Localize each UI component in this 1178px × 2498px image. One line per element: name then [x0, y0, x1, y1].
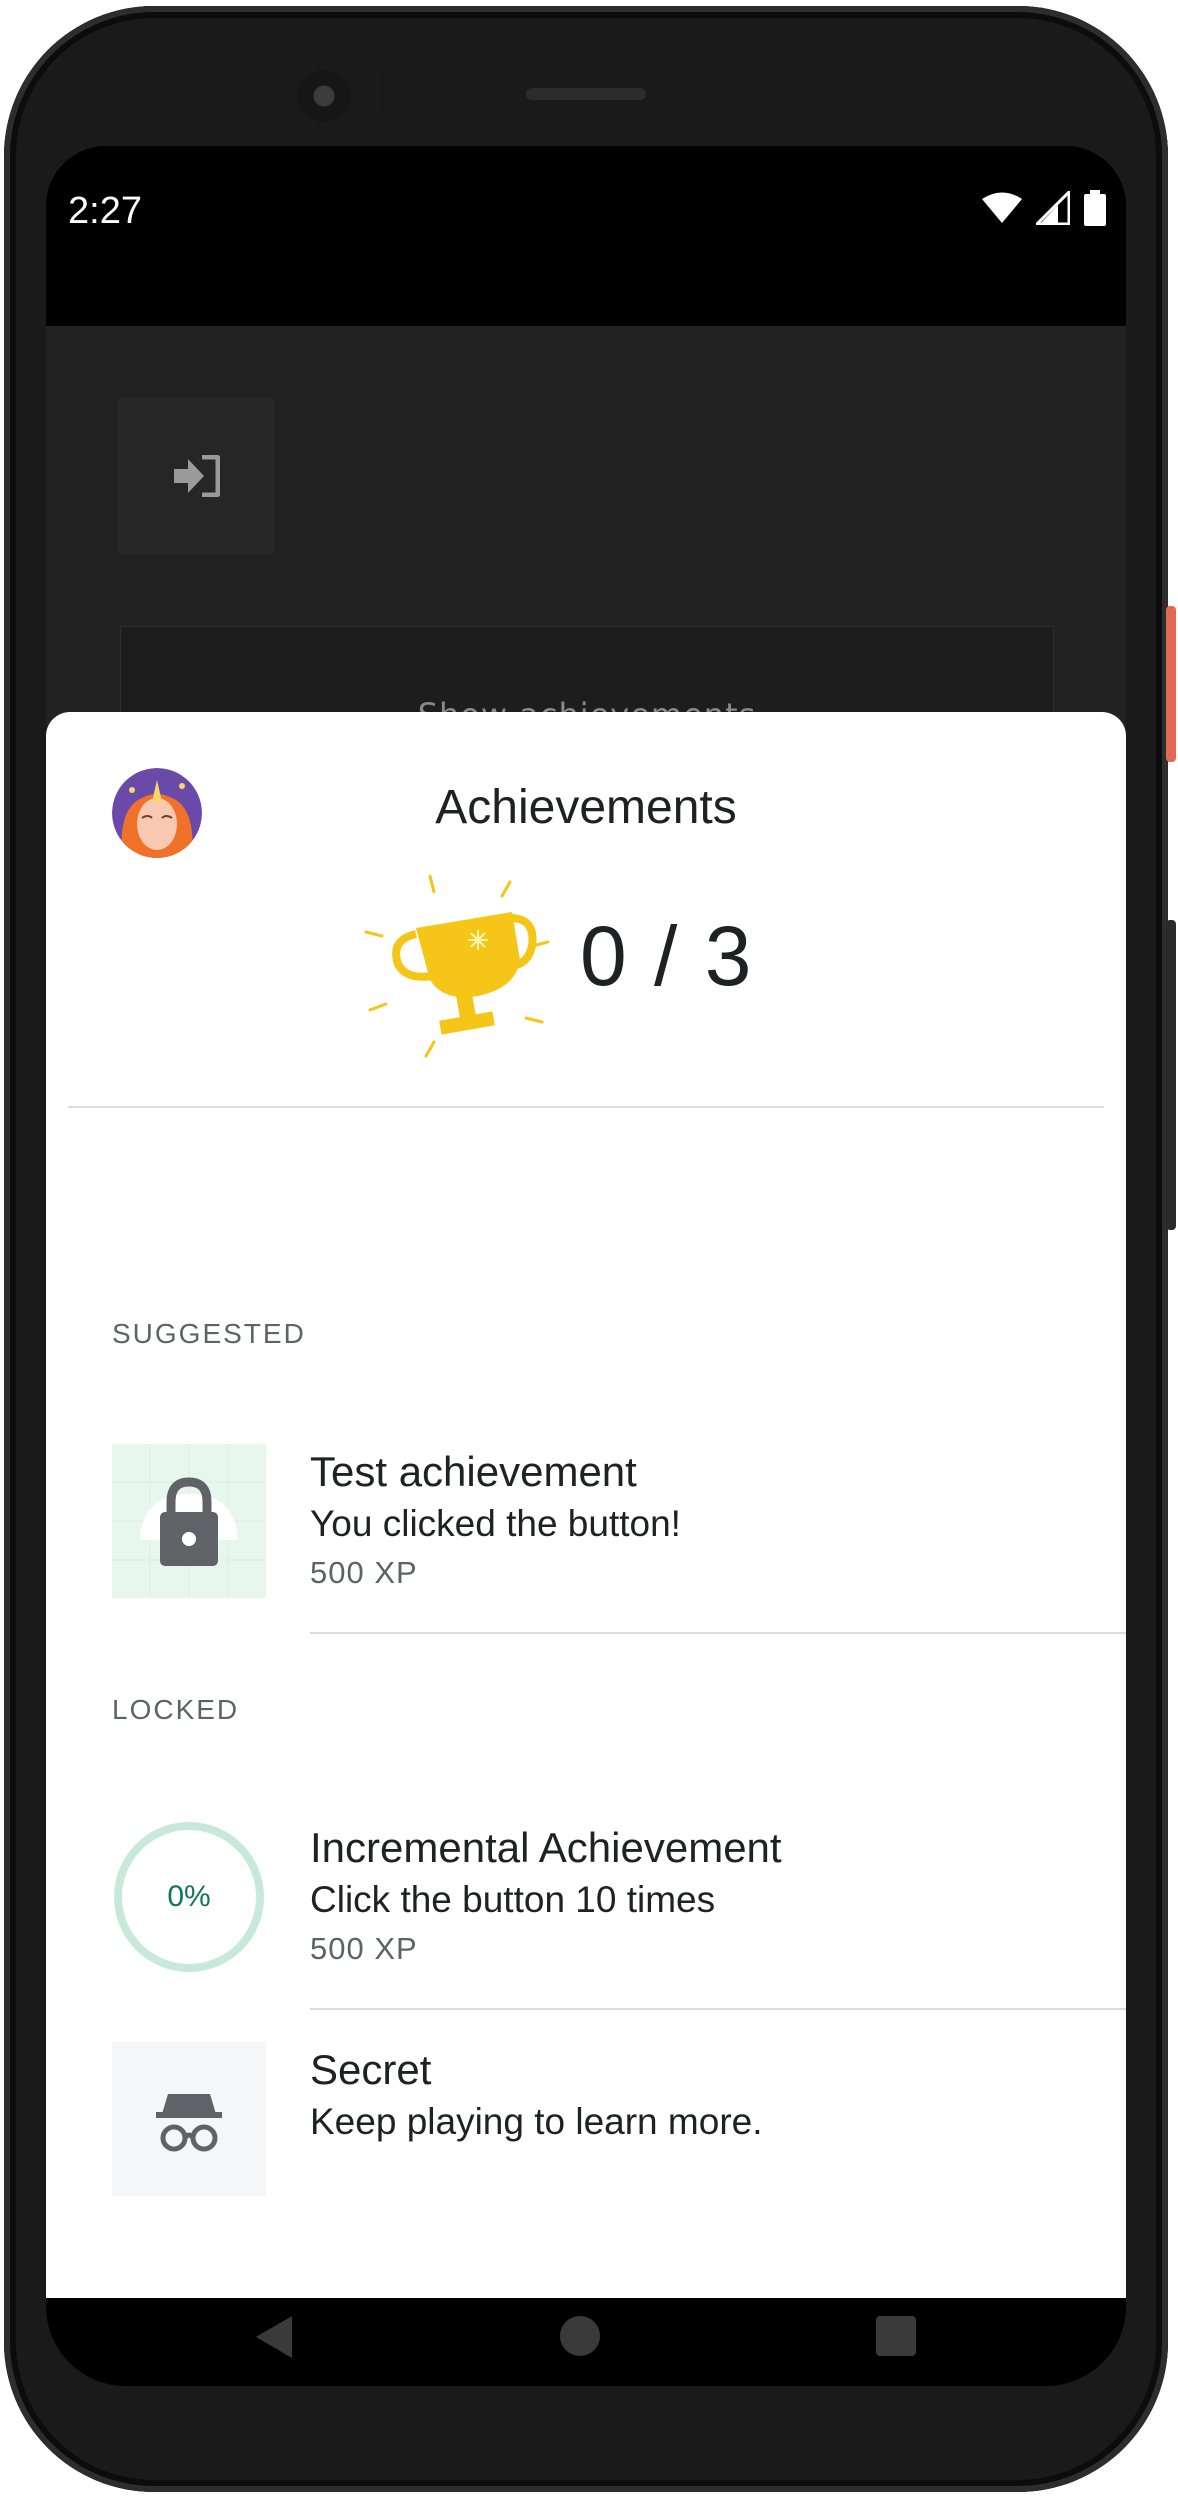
status-bar: 2:27 [46, 146, 1126, 326]
volume-button [1166, 920, 1176, 1230]
achievements-sheet: Achievements 0 / 3 SUGGESTED Test achiev… [46, 712, 1126, 2298]
status-icons [982, 190, 1106, 226]
achievement-xp: 500 XP [310, 1931, 418, 1966]
section-header-locked: LOCKED [112, 1694, 240, 1725]
navigation-bar [46, 2298, 1126, 2386]
achievement-name: Secret [310, 2046, 432, 2093]
achievement-text: Incremental Achievement Click the button… [310, 1822, 782, 1972]
unlocked-count: 0 / 3 [580, 909, 754, 1003]
battery-icon [1084, 190, 1106, 226]
achievement-xp: 500 XP [310, 1555, 418, 1590]
sheet-title: Achievements [435, 781, 737, 834]
status-time: 2:27 [68, 190, 142, 232]
achievement-name: Incremental Achievement [310, 1824, 782, 1871]
achievement-description: Keep playing to learn more. [310, 2101, 763, 2142]
front-camera [298, 70, 350, 122]
achievement-text: Test achievement You clicked the button!… [310, 1446, 681, 1596]
achievement-description: Click the button 10 times [310, 1879, 716, 1920]
power-button [1166, 606, 1176, 762]
cell-signal-icon [1036, 191, 1070, 225]
achievement-text: Secret Keep playing to learn more. [310, 2044, 763, 2148]
item-divider [310, 1632, 1126, 1634]
proximity-sensor [382, 66, 408, 124]
wifi-icon [982, 192, 1022, 223]
header-divider [68, 1106, 1104, 1108]
section-header-suggested: SUGGESTED [112, 1318, 306, 1349]
home-icon[interactable] [560, 2316, 600, 2356]
recents-icon[interactable] [876, 2316, 916, 2356]
progress-percent: 0% [167, 1880, 210, 1913]
back-icon[interactable] [252, 2312, 296, 2362]
achievement-name: Test achievement [310, 1448, 637, 1495]
trophy-icon [364, 874, 550, 1058]
achievement-description: You clicked the button! [310, 1503, 681, 1544]
screen: 2:27 Show achievements [46, 146, 1126, 2386]
achievement-tile [112, 1444, 266, 1598]
sign-out-icon [174, 455, 220, 497]
sign-out-button[interactable] [118, 398, 274, 554]
achievement-tile [112, 2042, 266, 2196]
earpiece-speaker [526, 88, 646, 100]
item-divider [310, 2008, 1126, 2010]
progress-ring: 0% [112, 1820, 266, 1974]
